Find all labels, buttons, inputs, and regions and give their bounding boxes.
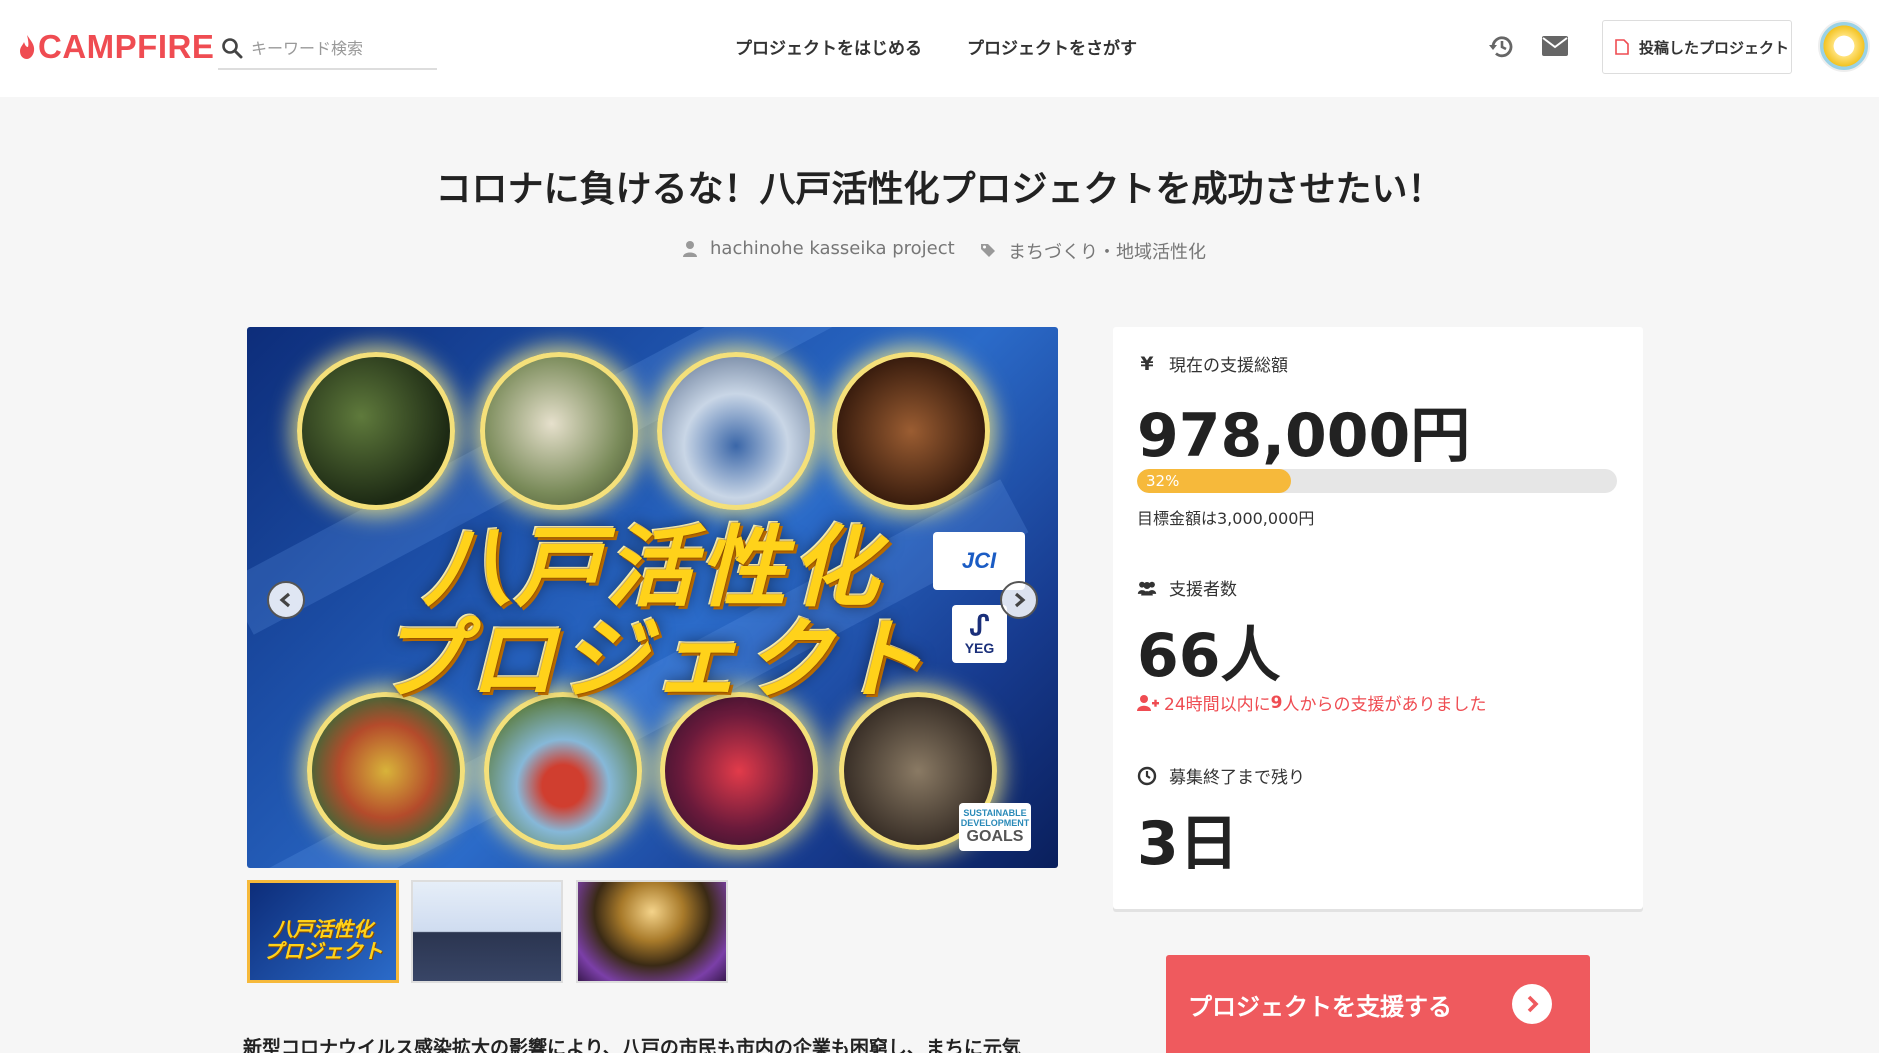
search-box [218,28,437,70]
sdg-line1: SUSTAINABLE [963,808,1027,818]
yeg-mark-icon: ᔑ [969,610,990,641]
user-avatar[interactable] [1818,20,1870,72]
nav-find-project[interactable]: プロジェクトをさがす [967,34,1137,59]
mail-icon[interactable] [1541,35,1569,57]
logo-text: CAMPFIRE [38,28,215,65]
posted-projects-label: 投稿したプロジェクト [1639,38,1790,57]
hero-image-carousel[interactable]: 八戸活性化 プロジェクト JCI ᔑ YEG SUSTAINABLE DEVEL… [247,327,1058,868]
yen-icon: ¥ [1140,352,1154,375]
chevron-right-icon [1014,592,1026,608]
clock-icon [1137,766,1157,785]
project-title: コロナに負けるな！八戸活性化プロジェクトを成功させたい！ [435,169,1444,210]
chevron-left-icon [279,592,291,608]
goal-amount: 目標金額は3,000,000円 [1137,509,1315,528]
hero-photo-circle [832,352,990,510]
user-icon [683,240,697,257]
sdg-line2: DEVELOPMENT [960,818,1030,828]
carousel-prev-button[interactable] [267,581,305,619]
backers-label: 支援者数 [1137,575,1237,600]
document-icon [1615,39,1629,55]
support-project-button[interactable]: プロジェクトを支援する [1166,955,1590,1053]
hero-headline-line2: プロジェクト [376,608,929,711]
tag-icon [981,244,995,257]
thumbnail-3[interactable] [576,880,728,983]
recent-suffix: 人からの支援がありました [1282,695,1487,715]
backers-label-text: 支援者数 [1169,580,1237,600]
owner-name: hachinohe kasseika project [710,238,955,259]
sdgs-logo: SUSTAINABLE DEVELOPMENT GOALS [959,803,1031,851]
recent-prefix: 24時間以内に [1164,695,1271,715]
category-name: まちづくり・地域活性化 [1008,242,1206,263]
project-category[interactable]: まちづくり・地域活性化 [980,238,1206,264]
site-header: CAMPFIRE プロジェクトをはじめる プロジェクトをさがす 投稿したプロジェ… [0,0,1879,97]
posted-projects-button[interactable]: 投稿したプロジェクト [1602,20,1792,74]
funding-stats-panel: ¥ 現在の支援総額 978,000円 32% 目標金額は3,000,000円 支… [1113,327,1643,909]
thumbnail-1[interactable]: 八戸活性化 プロジェクト [247,880,399,983]
recent-support-notice: 24時間以内に 9 人からの支援がありました [1137,690,1486,715]
hero-photo-circle [480,352,638,510]
campfire-logo[interactable]: CAMPFIRE [18,28,214,66]
nav-start-project[interactable]: プロジェクトをはじめる [735,34,922,59]
users-icon [1137,581,1157,595]
search-input[interactable] [251,38,421,58]
thumbnail-text-line2: プロジェクト [263,939,383,963]
progress-fill: 32% [1137,469,1291,493]
search-icon[interactable] [221,37,243,59]
remaining-label-text: 募集終了まで残り [1169,768,1305,788]
progress-bar: 32% [1137,469,1617,493]
yeg-logo: ᔑ YEG [952,605,1007,663]
hero-photo-circle [297,352,455,510]
amount-value: 978,000円 [1137,401,1471,471]
carousel-next-button[interactable] [1000,581,1038,619]
project-description: 新型コロナウイルス感染拡大の影響により、八戸の市民も市内の企業も困窮し、まちに元… [243,1037,1021,1053]
thumbnail-2[interactable] [411,880,563,983]
support-button-label: プロジェクトを支援する [1188,992,1452,1021]
yeg-text: YEG [964,640,995,656]
history-icon[interactable] [1487,32,1517,62]
remaining-value: 3日 [1137,809,1239,879]
amount-label-text: 現在の支援総額 [1169,356,1288,376]
recent-count: 9 [1270,692,1283,713]
backers-value: 66人 [1137,621,1281,691]
remaining-label: 募集終了まで残り [1137,763,1305,788]
arrow-circle-right-icon [1512,984,1552,1024]
sdg-line3: GOALS [966,828,1024,845]
project-owner[interactable]: hachinohe kasseika project [682,238,955,259]
hero-photo-circle [657,352,815,510]
user-plus-icon [1137,694,1159,711]
amount-label: ¥ 現在の支援総額 [1137,351,1288,377]
flame-icon [20,35,35,59]
